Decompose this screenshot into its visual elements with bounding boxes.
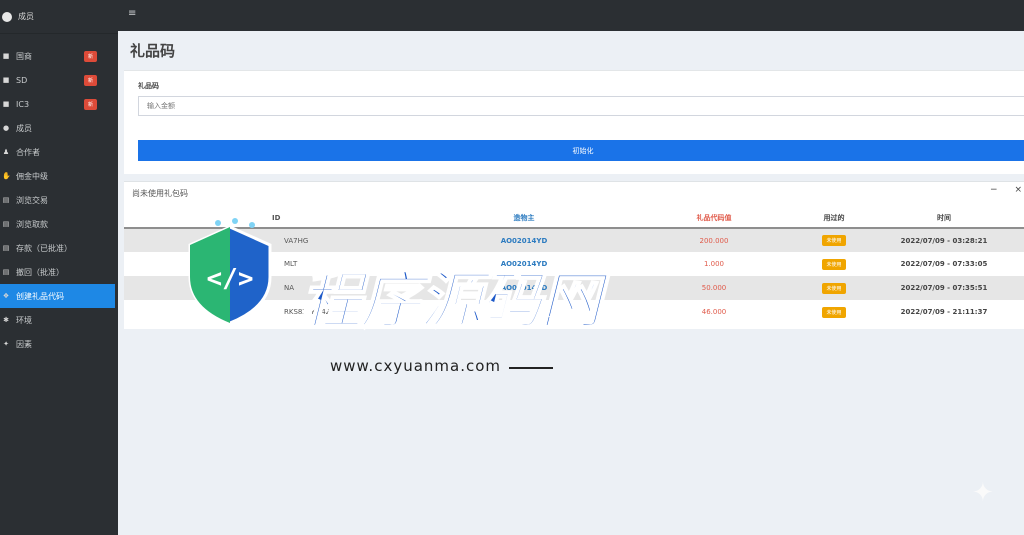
power-icon: ✦ [3,340,9,348]
sidebar-item[interactable]: ✋ 佣金中级 [0,164,118,188]
sidebar: 成员 ■ 国商新 ■ SD 新 ■ IC3 新 ● 成员 ♟ 合作者 ✋ 佣金中级 ▤ 浏览交易 ▤ 浏览取款 ▤ 存… [0,0,118,535]
panel-tools: − × [976,185,1022,195]
list-icon: ▤ [2,196,10,204]
sidebar-item[interactable]: ✦ 因素 [0,332,118,356]
initialize-button[interactable]: 初始化 [138,140,1024,161]
brand-name: 成员 [18,12,34,21]
used-cell: 未使用 [804,276,864,300]
sidebar-item-label: 浏览交易 [16,195,48,205]
time-cell: 2022/07/09 - 07:35:51 [900,284,988,292]
time-cell: 2022/07/09 - 07:33:05 [900,260,988,268]
sidebar-nav: ■ 国商新 ■ SD 新 ■ IC3 新 ● 成员 ♟ 合作者 ✋ 佣金中级 ▤ 浏览交易 ▤ 浏览取款 ▤ 存款（已… [0,44,118,356]
sidebar-item-label: IC3 [16,99,30,109]
code-shield-icon: </> [188,218,272,325]
sidebar-item[interactable]: ✱ 环境 [0,308,118,332]
status-badge: 未使用 [822,235,846,246]
list-icon: ▤ [2,244,10,252]
used-cell: 未使用 [804,228,864,252]
gift-code-label: 礼品码 [138,82,159,90]
value-cell: 200.000 [699,236,729,245]
sidebar-item-label: 合作者 [16,147,40,157]
sidebar-item[interactable]: ❖ 创建礼品代码 [0,284,115,308]
time-cell: 2022/07/09 - 21:11:37 [900,308,988,316]
time-cell: 2022/07/09 - 03:28:21 [900,236,988,245]
sidebar-item[interactable]: ▤ 浏览取款 [0,212,118,236]
used-cell: 未使用 [804,252,864,276]
value-cell: 50.000 [701,284,727,292]
sidebar-item-label: 存款（已批准） [16,243,72,253]
sidebar-item[interactable]: ● 成员 [0,116,118,140]
sidebar-item-label: 环境 [16,315,32,325]
watermark-text: 程序源码网 [299,263,603,338]
svg-text:</>: </> [207,264,254,294]
sidebar-item[interactable]: ▤ 撤回（批准） [0,260,118,284]
watermark: </> 程序源码网 www.cxyuanma.com [180,195,630,395]
status-badge: 未使用 [822,282,846,294]
gift-code-form: 礼品码 初始化 [124,70,1024,174]
column-header-time[interactable]: 时间 [864,208,1024,229]
used-cell: 未使用 [804,300,864,324]
minimize-icon[interactable]: − [990,185,998,195]
sparkle-icon: ✦ [972,478,994,508]
sidebar-item-label: 浏览取款 [16,219,48,229]
hamburger-icon[interactable]: ≡ [128,8,136,19]
sidebar-item-label: 佣金中级 [16,171,48,181]
sidebar-item-label: 撤回（批准） [16,267,64,277]
tag-icon: ■ [2,52,10,60]
sidebar-item-label: 国商 [16,51,32,61]
status-badge: 未使用 [822,258,846,270]
new-badge: 新 [84,75,98,86]
sidebar-item[interactable]: ♟ 合作者 [0,140,118,164]
sidebar-item[interactable]: ▤ 浏览交易 [0,188,118,212]
value-cell: 1.000 [703,260,725,268]
tag-icon: ■ [2,100,10,108]
sidebar-item-label: SD [16,75,28,85]
list-icon: ▤ [2,268,10,276]
column-header-value[interactable]: 礼品代码值 [624,208,804,229]
sidebar-item[interactable]: ■ 国商 新 [0,44,118,68]
sidebar-item-label: 成员 [16,123,32,133]
status-badge: 未使用 [822,306,846,318]
avatar[interactable] [2,11,12,22]
gear-icon: ✱ [3,316,9,324]
list-icon: ▤ [2,220,10,228]
sidebar-item-label: 因素 [16,339,32,349]
sidebar-item[interactable]: ▤ 存款（已批准） [0,236,118,260]
sidebar-item[interactable]: ■ SD 新 [0,68,118,92]
sidebar-brand: 成员 [0,0,118,34]
tag-icon: ■ [2,76,10,84]
new-badge: 新 [84,51,98,62]
value-cell: 46.000 [701,308,727,316]
user-icon: ● [2,124,10,132]
hand-icon: ✋ [2,172,11,180]
amount-input[interactable] [138,96,1024,116]
sidebar-item[interactable]: ■ IC3 新 [0,92,118,116]
page-title: 礼品码 [130,42,176,60]
topbar: ≡ [118,0,1024,31]
column-header-used[interactable]: 用过的 [804,208,864,229]
group-icon: ♟ [2,148,10,156]
close-icon[interactable]: × [1014,185,1022,195]
gift-icon: ❖ [2,292,10,300]
watermark-url: www.cxyuanma.com [330,357,554,375]
sidebar-item-label: 创建礼品代码 [16,291,64,301]
new-badge: 新 [84,99,98,110]
